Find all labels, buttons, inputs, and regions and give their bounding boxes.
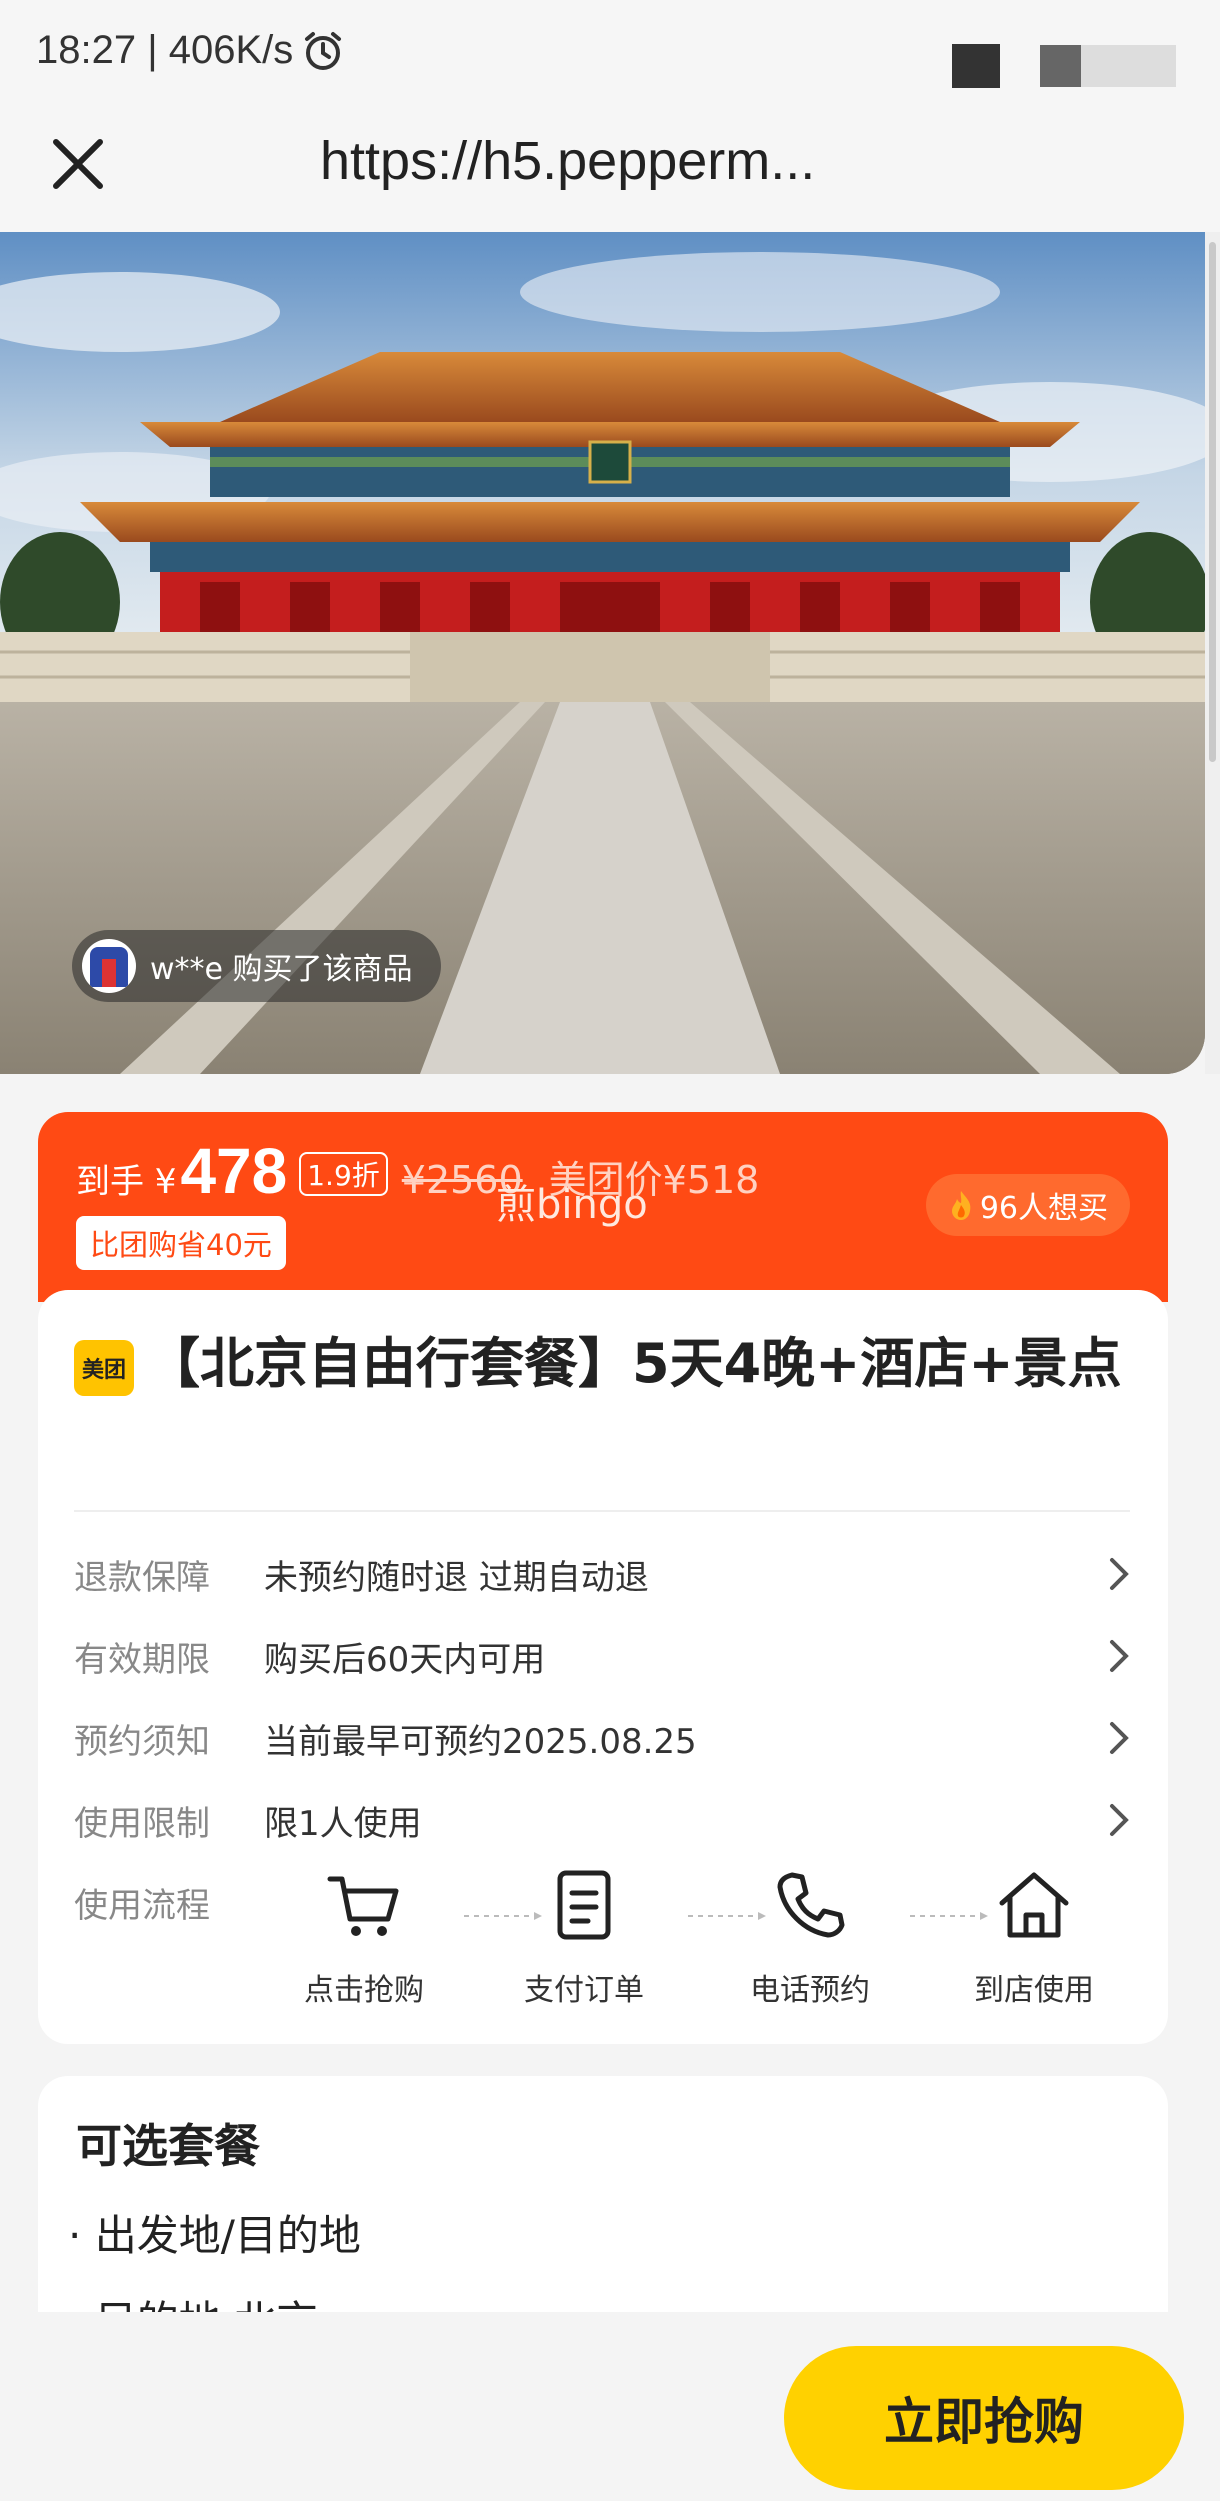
info-row-validity[interactable]: 有效期限 购买后60天内可用 — [74, 1626, 1134, 1686]
flow-step-label: 到店使用 — [974, 1973, 1094, 2008]
divider — [74, 1510, 1130, 1512]
chevron-right-icon — [1110, 1722, 1129, 1754]
close-icon[interactable] — [48, 134, 108, 194]
scrollbar[interactable] — [1205, 232, 1220, 1074]
chevron-right-icon — [1110, 1804, 1129, 1836]
buyer-avatar — [82, 939, 136, 993]
info-label: 预约须知 — [74, 1721, 210, 1762]
info-value: 当前最早可预约2025.08.25 — [264, 1721, 697, 1762]
package-item: · 出发地/目的地 — [68, 2211, 361, 2260]
bottom-bar: 立即抢购 — [0, 2312, 1220, 2501]
product-title: 【北京自由行套餐】5天4晚+酒店+景点 — [146, 1332, 1122, 1395]
price-amount: 478 — [180, 1135, 288, 1207]
info-row-booking[interactable]: 预约须知 当前最早可预约2025.08.25 — [74, 1708, 1134, 1768]
cart-icon — [327, 1876, 399, 1936]
flow-step-label: 电话预约 — [750, 1973, 870, 2008]
flow-step-phone: 电话预约 — [720, 1865, 900, 2009]
save-tag: 比团购省40元 — [76, 1216, 286, 1270]
flow-step-store: 到店使用 — [944, 1865, 1124, 2009]
price-row: 到手 ¥ 478 1.9折 ¥2560 美团价¥518 — [76, 1134, 759, 1208]
status-indicator-icon — [952, 44, 1000, 88]
status-indicators — [952, 44, 1176, 88]
status-time-text: 18:27 | 406K/s — [36, 28, 294, 72]
info-value: 限1人使用 — [264, 1803, 422, 1844]
buy-now-button[interactable]: 立即抢购 — [784, 2346, 1184, 2490]
product-card: 美团 【北京自由行套餐】5天4晚+酒店+景点 退款保障 未预约随时退 过期自动退… — [38, 1290, 1168, 2044]
discount-tag: 1.9折 — [299, 1152, 388, 1196]
price-prefix: 到手 ¥ — [76, 1162, 177, 1202]
info-label: 退款保障 — [74, 1557, 210, 1598]
alarm-icon — [305, 31, 342, 70]
buyer-notice-text: w**e 购买了该商品 — [150, 952, 413, 987]
battery-icon — [1040, 45, 1176, 87]
buyer-notice: w**e 购买了该商品 — [72, 930, 441, 1002]
package-title: 可选套餐 — [76, 2119, 260, 2173]
info-label: 有效期限 — [74, 1639, 210, 1680]
flow-step-label: 支付订单 — [524, 1973, 644, 2008]
hero-image[interactable]: w**e 购买了该商品 — [0, 232, 1205, 1074]
info-row-limit[interactable]: 使用限制 限1人使用 — [74, 1790, 1134, 1850]
browser-nav: https://h5.pepperm... — [0, 110, 1220, 232]
want-count-text: 96人想买 — [979, 1191, 1108, 1226]
phone-icon — [777, 1872, 845, 1938]
info-label: 使用限制 — [74, 1803, 210, 1844]
chevron-right-icon — [1110, 1640, 1129, 1672]
flow-step-buy: 点击抢购 — [274, 1865, 454, 2009]
price-banner: 到手 ¥ 478 1.9折 ¥2560 美团价¥518 煎bingo 比团购省4… — [38, 1112, 1168, 1302]
package-card: 可选套餐 · 出发地/目的地 · 目的地 北京 — [38, 2076, 1168, 2316]
watermark-text: 煎bingo — [496, 1182, 648, 1228]
usage-flow: 点击抢购 支付订单 电话预约 到店使用 — [274, 1865, 1134, 2035]
info-label: 使用流程 — [74, 1885, 210, 1926]
document-icon — [557, 1870, 611, 1940]
info-row-refund[interactable]: 退款保障 未预约随时退 过期自动退 — [74, 1544, 1134, 1604]
page-url-title: https://h5.pepperm... — [320, 131, 816, 191]
fire-icon — [951, 1191, 971, 1220]
chevron-right-icon — [1110, 1558, 1129, 1590]
home-icon — [999, 1872, 1069, 1938]
info-value: 购买后60天内可用 — [264, 1639, 546, 1680]
want-count-badge: 96人想买 — [925, 1174, 1130, 1236]
flow-step-label: 点击抢购 — [304, 1973, 424, 2008]
status-time: 18:27 | 406K/s — [36, 28, 345, 73]
status-bar: 18:27 | 406K/s — [0, 0, 1220, 110]
scrollbar-thumb[interactable] — [1209, 242, 1216, 762]
flow-step-pay: 支付订单 — [494, 1865, 674, 2009]
info-value: 未预约随时退 过期自动退 — [264, 1557, 649, 1598]
